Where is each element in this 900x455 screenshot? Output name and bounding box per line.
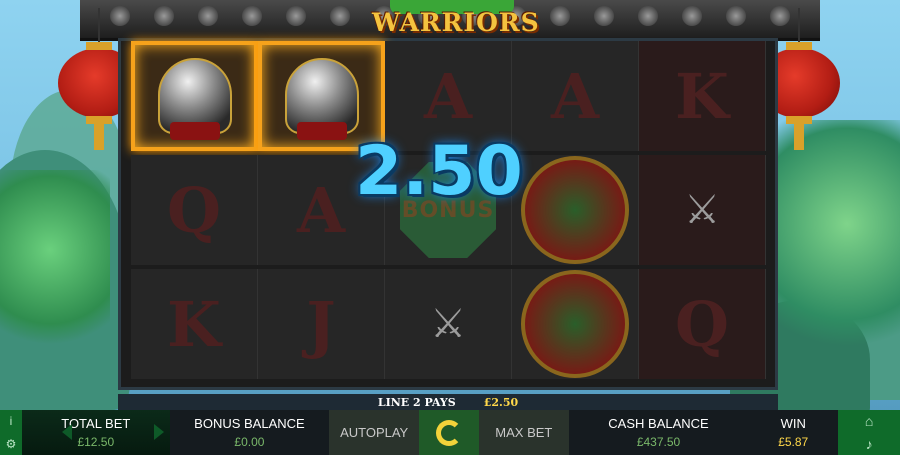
reel-cell bbox=[512, 155, 639, 265]
cash-balance-label: CASH BALANCE bbox=[608, 416, 709, 431]
tree bbox=[770, 120, 900, 380]
helmet-symbol bbox=[284, 58, 359, 140]
sword-symbol: ⚔ bbox=[684, 187, 720, 233]
bamboo-symbol bbox=[521, 156, 629, 264]
line-pays-amount: £2.50 bbox=[483, 395, 519, 409]
win-panel: WIN £5.87 bbox=[748, 410, 838, 455]
win-value: £5.87 bbox=[778, 435, 809, 449]
game-logo: WARRIORS bbox=[372, 0, 540, 40]
reel-cell bbox=[512, 269, 639, 379]
bet-increase-icon[interactable] bbox=[153, 424, 164, 440]
sword-symbol: ⚔ bbox=[430, 301, 466, 347]
total-bet-panel: TOTAL BET £12.50 bbox=[21, 410, 170, 455]
gear-icon[interactable]: ⚙ bbox=[6, 437, 17, 451]
speaker-icon[interactable]: ♪ bbox=[866, 436, 873, 452]
reel-cell: Q bbox=[131, 155, 258, 265]
reel-grid: A A K Q A BONUS ⚔ K J ⚔ Q bbox=[118, 38, 778, 390]
cash-balance-panel: CASH BALANCE £437.50 bbox=[569, 410, 749, 455]
reel-cell: K bbox=[131, 269, 258, 379]
bet-decrease-icon[interactable] bbox=[61, 424, 72, 440]
logo-title: WARRIORS bbox=[372, 8, 540, 37]
win-label: WIN bbox=[780, 416, 806, 431]
left-side-buttons: i ⚙ bbox=[0, 410, 22, 455]
helmet-symbol bbox=[157, 58, 232, 140]
spin-icon bbox=[435, 419, 462, 446]
autoplay-button[interactable]: AUTOPLAY bbox=[329, 410, 420, 455]
line-pays-strip: LINE 2 PAYS £2.50 bbox=[118, 394, 778, 410]
bonus-balance-value: £0.00 bbox=[234, 435, 265, 449]
letter-symbol: K bbox=[675, 59, 729, 133]
reel-cell: ⚔ bbox=[639, 155, 766, 265]
reel-row-3: K J ⚔ Q bbox=[131, 269, 767, 379]
tree bbox=[0, 170, 110, 370]
reel-cell: ⚔ bbox=[385, 269, 512, 379]
letter-symbol: A bbox=[550, 59, 600, 133]
letter-symbol: A bbox=[296, 173, 346, 247]
control-bar: i ⚙ TOTAL BET £12.50 BONUS BALANCE £0.00… bbox=[0, 410, 900, 455]
total-bet-value: £12.50 bbox=[77, 435, 115, 449]
reel-cell-helmet-win bbox=[131, 41, 258, 151]
reel-cell: J bbox=[258, 269, 385, 379]
info-icon[interactable]: i bbox=[10, 414, 13, 428]
letter-symbol: A bbox=[423, 59, 473, 133]
bonus-balance-panel: BONUS BALANCE £0.00 bbox=[170, 410, 330, 455]
win-amount-display: 2.50 bbox=[355, 132, 523, 211]
reel-cell: Q bbox=[639, 269, 766, 379]
reel-cell: A bbox=[512, 41, 639, 151]
letter-symbol: Q bbox=[166, 173, 221, 247]
letter-symbol: J bbox=[306, 287, 336, 361]
cash-balance-value: £437.50 bbox=[636, 435, 681, 449]
line-pays-label: LINE 2 PAYS bbox=[377, 395, 456, 409]
home-icon[interactable]: ⌂ bbox=[865, 413, 873, 429]
letter-symbol: Q bbox=[674, 287, 729, 361]
bonus-balance-label: BONUS BALANCE bbox=[194, 416, 305, 431]
spin-button[interactable] bbox=[419, 410, 479, 455]
right-side-buttons: ⌂ ♪ bbox=[838, 410, 900, 455]
letter-symbol: K bbox=[167, 287, 221, 361]
max-bet-button[interactable]: MAX BET bbox=[478, 410, 569, 455]
reel-cell: K bbox=[639, 41, 766, 151]
bamboo-symbol bbox=[521, 270, 629, 378]
